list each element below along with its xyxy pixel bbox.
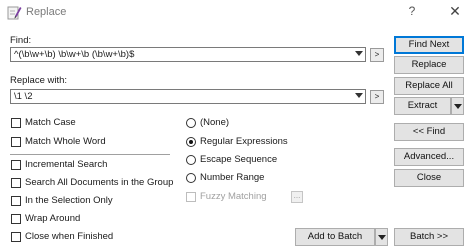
- add-to-batch-button[interactable]: Add to Batch: [295, 228, 375, 246]
- replace-history-button[interactable]: >: [370, 90, 384, 104]
- extract-dropdown-button[interactable]: [451, 97, 464, 115]
- chevron-down-icon[interactable]: [355, 51, 363, 56]
- wrap-around-label: Wrap Around: [25, 213, 81, 224]
- close-window-button[interactable]: ✕: [446, 3, 464, 20]
- mode-regex-label: Regular Expressions: [200, 136, 288, 147]
- advanced-button[interactable]: Advanced...: [394, 148, 464, 166]
- replace-all-button[interactable]: Replace All: [394, 77, 464, 95]
- in-selection-only-label: In the Selection Only: [25, 195, 113, 206]
- find-input[interactable]: ^(\b\w+\b) \b\w+\b (\b\w+\b)$: [14, 49, 134, 60]
- fuzzy-settings-button[interactable]: ...: [291, 191, 303, 203]
- match-whole-word-label: Match Whole Word: [25, 136, 106, 147]
- mode-number-range-label: Number Range: [200, 172, 265, 183]
- mode-none-radio[interactable]: [186, 118, 196, 128]
- match-whole-word-checkbox[interactable]: [11, 137, 21, 147]
- close-when-finished-label: Close when Finished: [25, 231, 114, 242]
- match-case-checkbox[interactable]: [11, 118, 21, 128]
- mode-escape-label: Escape Sequence: [200, 154, 278, 165]
- options-divider: [10, 154, 170, 155]
- replace-combobox[interactable]: \1 \2: [10, 89, 366, 104]
- wrap-around-checkbox[interactable]: [11, 214, 21, 224]
- find-history-button[interactable]: >: [370, 48, 384, 62]
- title-bar: Replace ? ✕: [0, 0, 474, 26]
- replace-button[interactable]: Replace: [394, 56, 464, 74]
- find-next-button[interactable]: Find Next: [394, 36, 464, 54]
- replace-label: Replace with:: [10, 75, 68, 86]
- mode-none-label: (None): [200, 117, 230, 128]
- in-selection-only-checkbox[interactable]: [11, 196, 21, 206]
- replace-input[interactable]: \1 \2: [14, 91, 33, 102]
- incremental-search-label: Incremental Search: [25, 159, 108, 170]
- extract-button[interactable]: Extract: [394, 97, 451, 115]
- help-button[interactable]: ?: [404, 4, 420, 18]
- batch-button[interactable]: Batch >>: [394, 228, 464, 246]
- mode-escape-radio[interactable]: [186, 155, 196, 165]
- fuzzy-matching-label: Fuzzy Matching: [200, 191, 267, 202]
- search-all-documents-label: Search All Documents in the Group: [25, 177, 174, 188]
- match-case-label: Match Case: [25, 117, 76, 128]
- mode-regex-radio[interactable]: [186, 137, 196, 147]
- window-title: Replace: [26, 6, 67, 18]
- find-label: Find:: [10, 35, 32, 46]
- chevron-down-icon[interactable]: [355, 93, 363, 98]
- caret-down-icon: [377, 235, 386, 240]
- find-back-button[interactable]: << Find: [394, 123, 464, 141]
- caret-down-icon: [453, 104, 462, 109]
- find-combobox[interactable]: ^(\b\w+\b) \b\w+\b (\b\w+\b)$: [10, 47, 366, 62]
- mode-number-range-radio[interactable]: [186, 173, 196, 183]
- add-to-batch-dropdown-button[interactable]: [375, 228, 388, 246]
- search-all-documents-checkbox[interactable]: [11, 178, 21, 188]
- incremental-search-checkbox[interactable]: [11, 160, 21, 170]
- app-icon: [7, 6, 22, 20]
- fuzzy-matching-checkbox[interactable]: [186, 192, 196, 202]
- close-when-finished-checkbox[interactable]: [11, 232, 21, 242]
- close-button[interactable]: Close: [394, 169, 464, 187]
